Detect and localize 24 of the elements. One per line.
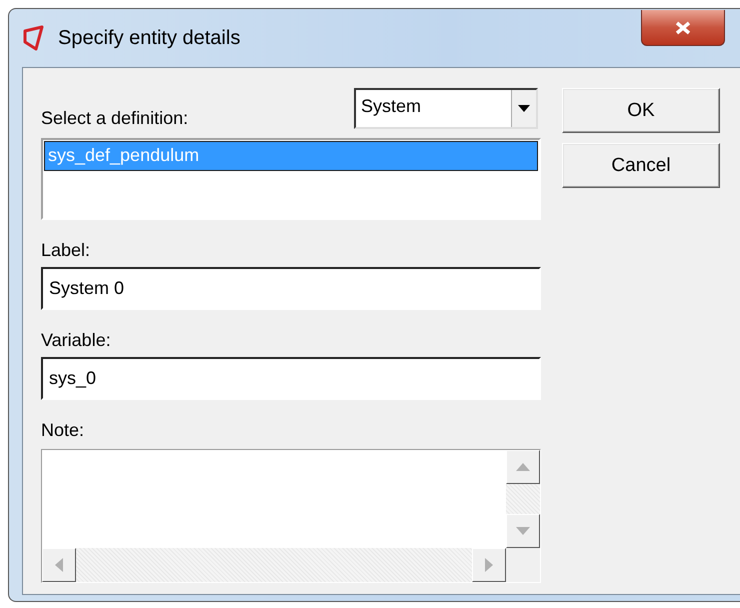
field-label: Variable:	[41, 330, 112, 351]
null[interactable]: OK	[562, 88, 720, 133]
scroll-down-button[interactable]	[506, 514, 540, 548]
close-icon	[674, 20, 692, 34]
window-title: Specify entity details	[58, 26, 240, 50]
scroll-right-button[interactable]	[472, 548, 506, 582]
up-arrow-icon	[516, 463, 530, 471]
app-icon	[22, 25, 44, 51]
scroll-left-button[interactable]	[42, 548, 76, 582]
text-field[interactable]: System 0	[41, 267, 541, 310]
field-label: Label:	[41, 240, 92, 261]
note-field[interactable]	[41, 449, 541, 583]
null[interactable]: Cancel	[562, 143, 720, 188]
right-arrow-icon	[485, 558, 493, 572]
field-label: Select a definition:	[41, 108, 188, 129]
field-label: Note:	[41, 420, 86, 441]
dropdown-arrow-icon	[518, 105, 530, 112]
close-button[interactable]	[641, 10, 725, 46]
scroll-up-button[interactable]	[506, 450, 540, 484]
definition-dropdown[interactable]: System	[354, 88, 538, 129]
text-field[interactable]: sys_0	[41, 357, 541, 400]
scrollbar-corner	[506, 548, 540, 582]
down-arrow-icon	[516, 527, 530, 535]
left-arrow-icon	[55, 558, 63, 572]
